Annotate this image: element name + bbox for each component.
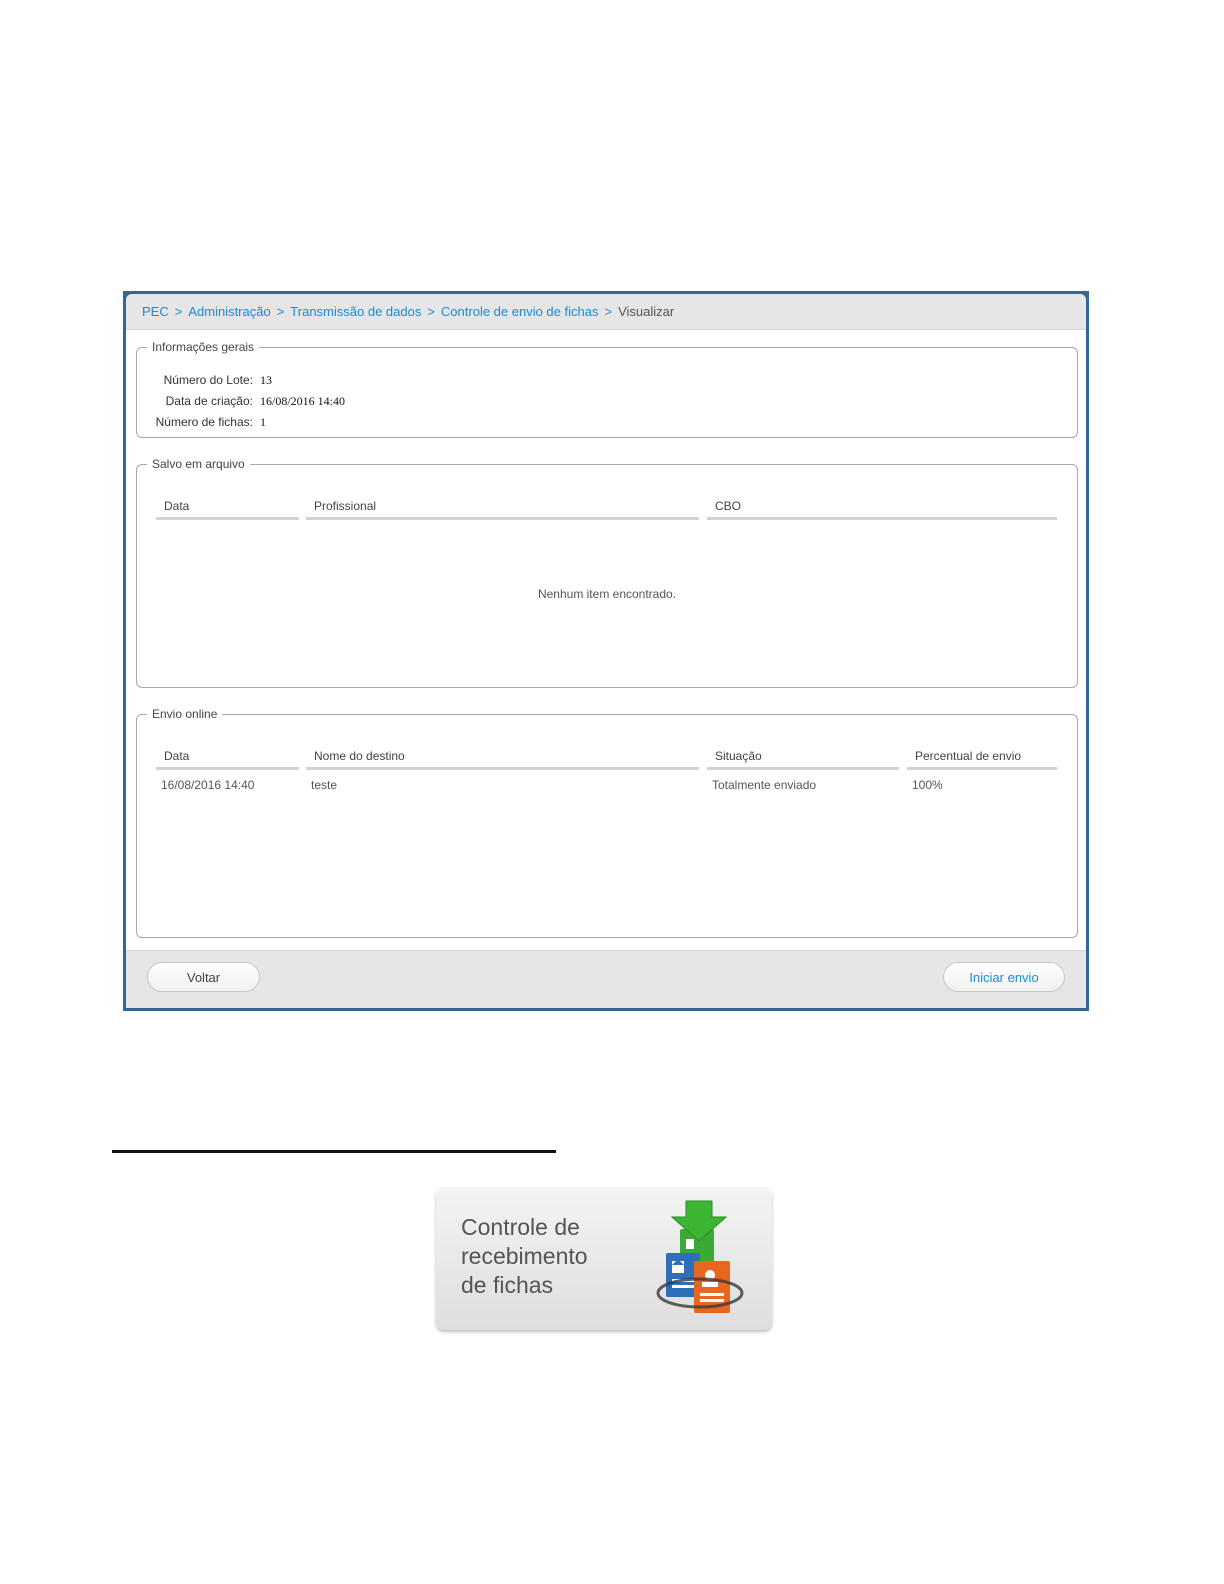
lote-row: Número do Lote: 13 [143,373,272,388]
fichas-download-icon [656,1200,744,1313]
card-title-line: Controle de [461,1214,580,1240]
horizontal-divider [112,1150,556,1153]
empty-message: Nenhum item encontrado. [537,587,677,601]
general-info-legend: Informações gerais [152,340,255,354]
creation-date-row: Data de criação: 16/08/2016 14:40 [143,394,345,409]
breadcrumb-current: Visualizar [618,304,675,319]
card-title-line: recebimento [461,1243,588,1269]
back-button[interactable]: Voltar [147,962,260,992]
breadcrumb-separator: > [427,304,435,319]
lote-value: 13 [260,373,272,387]
column-header-cbo[interactable]: CBO [707,495,1057,520]
breadcrumb-pec[interactable]: PEC [142,304,169,319]
column-header-data[interactable]: Data [156,745,299,770]
column-header-percentual[interactable]: Percentual de envio [907,745,1057,770]
start-send-button[interactable]: Iniciar envio [943,962,1065,992]
cell-percentual: 100% [912,778,943,792]
column-header-situacao[interactable]: Situação [707,745,899,770]
creation-date-label: Data de criação: [165,394,253,408]
cell-situacao: Totalmente enviado [712,778,817,792]
fichas-count-value: 1 [260,415,266,429]
general-info-panel: Informações gerais Número do Lote: 13 Da… [136,340,1078,438]
saved-file-legend: Salvo em arquivo [152,457,245,471]
fichas-count-label: Número de fichas: [155,415,253,429]
breadcrumb-controle-envio[interactable]: Controle de envio de fichas [441,304,599,319]
breadcrumb-separator: > [604,304,613,319]
column-header-data[interactable]: Data [156,495,299,520]
table-row[interactable]: 16/08/2016 14:40 teste Totalmente enviad… [137,778,1077,796]
breadcrumb-transmissao[interactable]: Transmissão de dados [290,304,421,319]
footer-bar: Voltar Iniciar envio [126,950,1086,1008]
breadcrumb: PEC > Administração > Transmissão de dad… [126,294,1086,330]
card-title: Controle de recebimento de fichas [461,1213,631,1300]
window-content: PEC > Administração > Transmissão de dad… [126,294,1086,1008]
breadcrumb-administracao[interactable]: Administração [188,304,270,319]
online-send-panel: Envio online Data Nome do destino Situaç… [136,707,1078,938]
fichas-count-row: Número de fichas: 1 [143,415,266,430]
saved-file-panel: Salvo em arquivo Data Profissional CBO N… [136,457,1078,688]
column-header-nome-destino[interactable]: Nome do destino [306,745,699,770]
app-window: PEC > Administração > Transmissão de dad… [123,291,1089,1011]
fichas-reception-card[interactable]: Controle de recebimento de fichas [436,1187,772,1330]
creation-date-value: 16/08/2016 14:40 [260,394,346,408]
online-send-legend: Envio online [152,707,218,721]
cell-nome-destino: teste [311,778,338,792]
card-title-line: de fichas [461,1272,554,1298]
breadcrumb-separator: > [276,304,285,319]
breadcrumb-separator: > [174,304,183,319]
cell-data: 16/08/2016 14:40 [161,778,255,792]
lote-label: Número do Lote: [163,373,253,387]
column-header-profissional[interactable]: Profissional [306,495,699,520]
